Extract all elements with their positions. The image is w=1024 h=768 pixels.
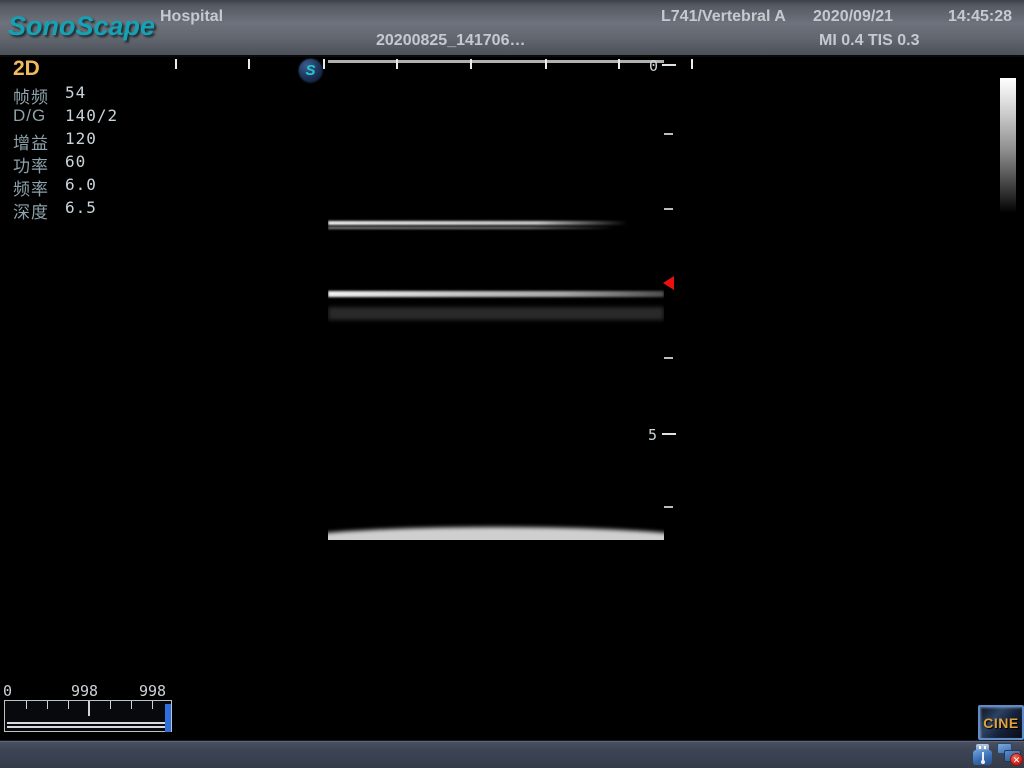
exam-id: 20200825_141706… — [376, 32, 525, 50]
param-label: 频率 — [13, 175, 49, 200]
param-label: 功率 — [13, 152, 49, 177]
param-row-power: 功率 60 — [13, 152, 173, 175]
cine-position-cursor[interactable] — [165, 704, 171, 732]
ruler-tick — [396, 59, 398, 69]
mode-label: 2D — [13, 57, 40, 81]
acoustic-output-display: MI 0.4 TIS 0.3 — [819, 32, 919, 50]
ultrasound-screen: SonoScape Hospital 20200825_141706… L741… — [0, 0, 1024, 768]
param-value: 120 — [65, 129, 97, 148]
ruler-tick — [323, 59, 325, 69]
ruler-tick — [618, 59, 620, 69]
network-error-badge: ✕ — [1010, 753, 1023, 766]
probe-orientation-marker: S — [299, 59, 322, 82]
cine-button[interactable]: CINE — [978, 705, 1024, 740]
depth-tick — [664, 357, 673, 359]
ultrasound-image — [328, 60, 664, 540]
param-value: 6.5 — [65, 198, 97, 217]
param-row-depth: 深度 6.5 — [13, 198, 173, 221]
time-display: 14:45:28 — [948, 8, 1012, 26]
header-bar: SonoScape Hospital 20200825_141706… L741… — [0, 0, 1024, 57]
scrubber-tick — [68, 701, 69, 709]
cine-mid-label: 998 — [71, 682, 98, 700]
network-disconnected-icon[interactable]: ✕ — [997, 743, 1024, 767]
scrubber-tick — [110, 701, 111, 709]
depth-tick-major — [662, 433, 676, 435]
ruler-tick — [470, 59, 472, 69]
param-row-frequency: 频率 6.0 — [13, 175, 173, 198]
param-label: 增益 — [13, 129, 49, 154]
param-row-gain: 增益 120 — [13, 129, 173, 152]
scrubber-tick — [26, 701, 27, 709]
probe-marker-letter: S — [305, 62, 315, 79]
probe-preset: L741/Vertebral A — [661, 8, 786, 26]
depth-tick — [664, 506, 673, 508]
cine-start-label: 0 — [3, 682, 12, 700]
ultrasound-speckle-graphic — [328, 60, 664, 540]
cine-scrubber[interactable] — [4, 700, 172, 732]
scrubber-tick — [47, 701, 48, 709]
focus-marker-icon[interactable] — [663, 276, 674, 290]
scrubber-tick — [152, 701, 153, 709]
depth-tick — [664, 133, 673, 135]
param-value: 60 — [65, 152, 86, 171]
depth-tick-major — [662, 64, 676, 66]
param-value: 6.0 — [65, 175, 97, 194]
scrubber-tick-major — [88, 701, 90, 716]
hospital-name: Hospital — [160, 8, 223, 26]
ruler-tick — [248, 59, 250, 69]
sonoscape-logo: SonoScape — [8, 11, 155, 42]
param-label: D/G — [13, 106, 46, 126]
depth-tick — [664, 208, 673, 210]
date-display: 2020/09/21 — [813, 8, 893, 26]
param-value: 140/2 — [65, 106, 118, 125]
depth-label-5: 5 — [648, 426, 657, 444]
grayscale-bar — [1000, 78, 1016, 213]
param-row-framerate: 帧频 54 — [13, 83, 173, 106]
depth-label-0: 0 — [649, 57, 658, 75]
param-label: 帧频 — [13, 83, 49, 108]
param-label: 深度 — [13, 198, 49, 223]
param-row-dg: D/G 140/2 — [13, 106, 173, 129]
scrubber-track-line — [7, 722, 169, 724]
scrubber-tick — [131, 701, 132, 709]
ruler-tick — [175, 59, 177, 69]
ruler-tick — [691, 59, 693, 69]
ruler-tick — [545, 59, 547, 69]
cine-end-label: 998 — [139, 682, 166, 700]
param-value: 54 — [65, 83, 86, 102]
usb-icon[interactable] — [973, 744, 992, 765]
cine-button-label: CINE — [983, 715, 1018, 731]
usb-glyph-dot — [981, 760, 985, 764]
scrubber-track-line — [7, 726, 169, 728]
taskbar — [0, 740, 1024, 768]
